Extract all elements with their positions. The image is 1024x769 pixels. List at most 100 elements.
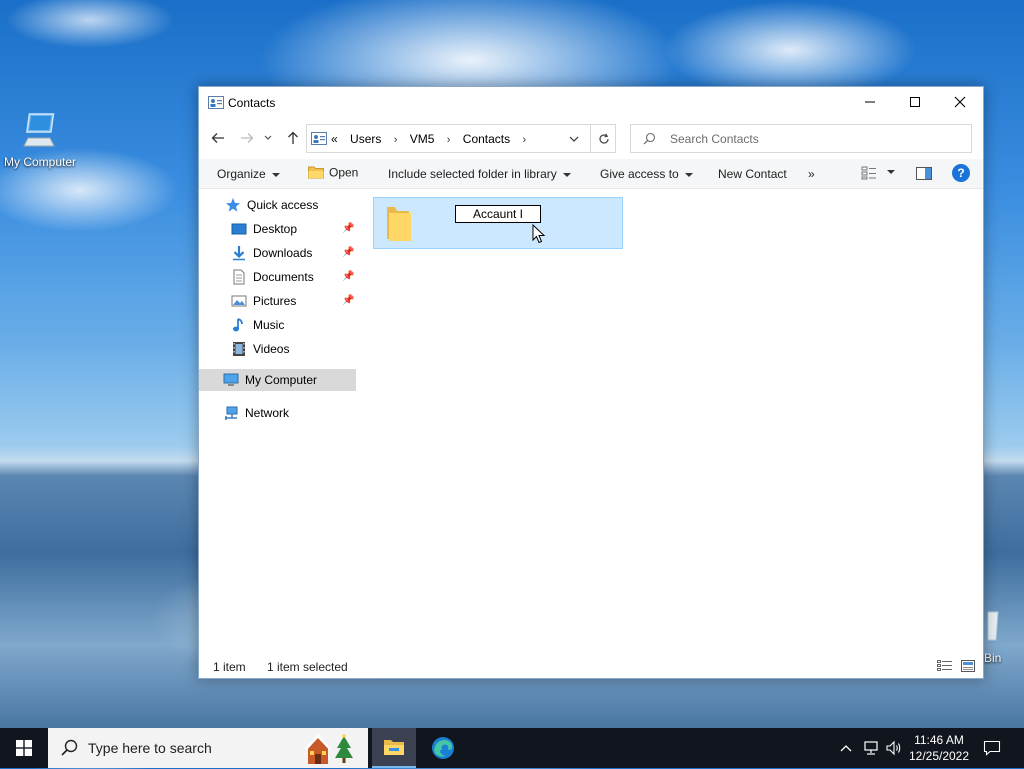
organize-label: Organize: [217, 167, 266, 181]
computer-icon: [223, 372, 239, 388]
details-view-button[interactable]: [937, 660, 953, 675]
title-bar[interactable]: Contacts: [199, 87, 983, 119]
give-access-button[interactable]: Give access to: [600, 167, 693, 181]
chevron-down-icon: [271, 172, 280, 177]
nav-quick-access-label: Quick access: [247, 198, 319, 212]
action-center-button[interactable]: [980, 728, 1004, 768]
nav-downloads[interactable]: Downloads: [231, 242, 312, 264]
organize-button[interactable]: Organize: [217, 167, 280, 181]
change-view-button[interactable]: [861, 166, 895, 183]
view-details-icon: [861, 166, 876, 180]
show-hidden-icons-button[interactable]: [836, 728, 856, 768]
breadcrumb-separator-icon[interactable]: ›: [394, 134, 398, 146]
large-icons-view-button[interactable]: [961, 660, 975, 675]
nav-documents[interactable]: Documents: [231, 266, 314, 288]
nav-music[interactable]: Music: [231, 314, 284, 336]
nav-pictures[interactable]: Pictures: [231, 290, 296, 312]
back-arrow-icon: [211, 133, 224, 143]
help-icon: ?: [952, 164, 970, 182]
network-status-button[interactable]: [860, 728, 882, 768]
breadcrumb-separator-icon[interactable]: ›: [447, 134, 451, 146]
command-bar: Organize Open Include selected folder in…: [199, 159, 983, 189]
breadcrumb-overflow[interactable]: «: [331, 132, 338, 146]
close-button[interactable]: [937, 87, 983, 117]
forward-button[interactable]: [237, 128, 257, 148]
nav-videos-label: Videos: [253, 342, 290, 356]
preview-pane-icon: [916, 167, 932, 180]
include-in-library-button[interactable]: Include selected folder in library: [388, 167, 571, 181]
contacts-location-icon: [311, 132, 327, 148]
search-icon: [643, 132, 656, 148]
nav-downloads-label: Downloads: [253, 246, 313, 260]
windows-logo-icon: [16, 740, 32, 756]
download-arrow-icon: [231, 245, 247, 261]
chevron-down-icon: [264, 135, 272, 140]
edge-browser-icon: [432, 737, 454, 759]
volume-button[interactable]: [884, 728, 904, 768]
nav-my-computer[interactable]: My Computer: [199, 369, 356, 391]
new-contact-button[interactable]: New Contact: [718, 167, 787, 181]
file-explorer-icon: [384, 740, 404, 755]
rename-input[interactable]: Accaunt I: [455, 205, 541, 223]
address-dropdown-button[interactable]: [563, 125, 585, 152]
clock-date: 12/25/2022: [908, 749, 970, 763]
refresh-button[interactable]: [590, 125, 617, 152]
chevron-down-icon: [569, 136, 579, 142]
chevron-down-icon: [887, 169, 895, 174]
folder-item[interactable]: Accaunt I: [373, 197, 623, 249]
breadcrumb-users[interactable]: Users: [350, 132, 381, 146]
desktop-icon-label: My Computer: [3, 155, 77, 169]
back-button[interactable]: [208, 128, 228, 148]
desktop-icon-my-computer[interactable]: My Computer: [0, 110, 80, 169]
breadcrumb-contacts[interactable]: Contacts: [463, 132, 510, 146]
desktop-icon-recycle-bin[interactable]: Bin: [984, 606, 1024, 665]
up-button[interactable]: [283, 128, 303, 148]
chevron-up-icon: [840, 745, 852, 752]
new-contact-label: New Contact: [718, 167, 787, 181]
nav-videos[interactable]: Videos: [231, 338, 289, 360]
taskbar-app-edge[interactable]: [420, 728, 466, 768]
nav-network[interactable]: Network: [223, 402, 289, 424]
nav-music-label: Music: [253, 318, 285, 332]
pictures-icon: [231, 293, 247, 309]
include-label: Include selected folder in library: [388, 167, 557, 181]
nav-pictures-label: Pictures: [253, 294, 297, 308]
address-bar[interactable]: « Users › VM5 › Contacts ›: [306, 124, 616, 153]
nav-desktop[interactable]: Desktop: [231, 218, 297, 240]
chevron-down-icon: [684, 172, 693, 177]
maximize-button[interactable]: [892, 87, 938, 117]
help-button[interactable]: ?: [952, 164, 970, 182]
large-icons-view-icon: [961, 660, 975, 672]
give-access-label: Give access to: [600, 167, 679, 181]
pin-icon: 📌: [342, 247, 355, 258]
up-arrow-icon: [288, 131, 298, 144]
breadcrumb-separator-icon[interactable]: ›: [522, 134, 526, 146]
more-commands-button[interactable]: »: [808, 167, 815, 181]
clock[interactable]: 11:46 AM 12/25/2022: [906, 732, 972, 764]
preview-pane-button[interactable]: [916, 167, 932, 183]
pin-icon: 📌: [342, 295, 355, 306]
taskbar: Type here to search 11:46 AM 12/25/2022: [0, 728, 1024, 768]
recycle-bin-icon: [984, 611, 1024, 649]
desktop-icon-label: Bin: [984, 651, 1002, 665]
nav-quick-access[interactable]: Quick access: [225, 194, 318, 216]
recent-locations-button[interactable]: [261, 128, 275, 148]
status-bar: 1 item 1 item selected: [199, 653, 983, 677]
breadcrumb-vm5[interactable]: VM5: [410, 132, 435, 146]
open-label: Open: [329, 165, 359, 180]
refresh-icon: [599, 133, 609, 144]
network-icon: [223, 405, 239, 421]
taskbar-search-placeholder: Type here to search: [88, 740, 212, 756]
selected-count: 1 item selected: [267, 660, 348, 674]
speaker-icon: [886, 740, 901, 756]
chevron-down-icon: [562, 172, 571, 177]
minimize-button[interactable]: [847, 87, 893, 117]
item-count: 1 item: [213, 660, 246, 674]
open-button[interactable]: Open: [308, 165, 358, 182]
minimize-icon: [865, 101, 875, 103]
taskbar-app-file-explorer[interactable]: [372, 728, 416, 768]
start-button[interactable]: [0, 728, 48, 768]
computer-icon: [20, 113, 60, 153]
search-box[interactable]: Search Contacts: [630, 124, 972, 153]
taskbar-search-box[interactable]: Type here to search: [48, 728, 368, 768]
